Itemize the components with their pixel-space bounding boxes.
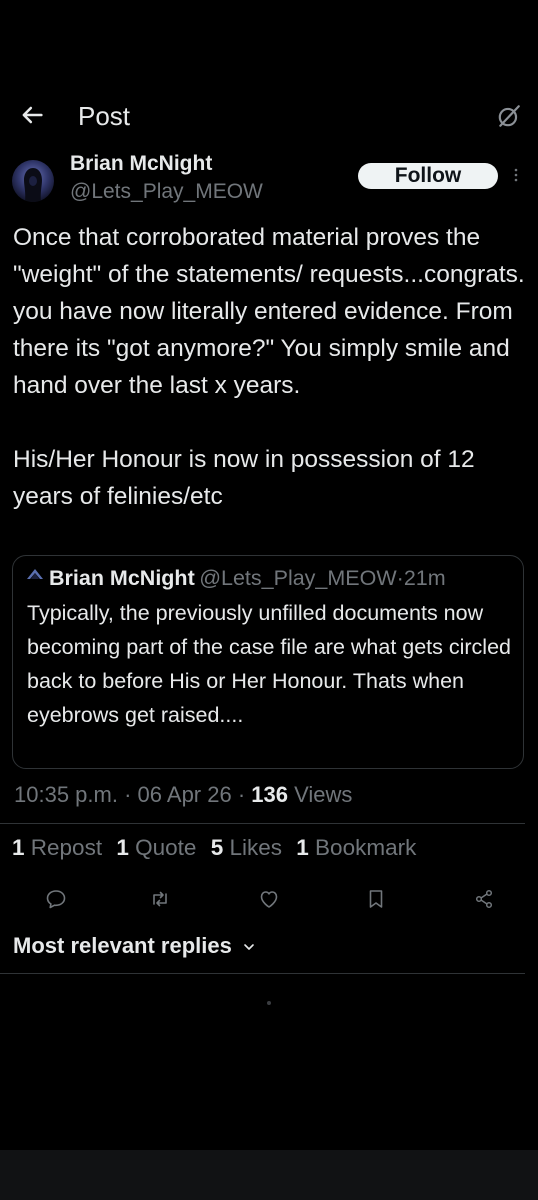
loading-indicator xyxy=(267,1001,271,1005)
bookmark-icon[interactable] xyxy=(364,887,388,911)
separator-dot: · xyxy=(237,782,246,807)
post-author: Brian McNight @Lets_Play_MEOW Follow xyxy=(0,150,538,210)
chevron-down-icon xyxy=(244,944,254,950)
repost-icon[interactable] xyxy=(148,887,172,911)
top-nav-bar: Post xyxy=(0,95,538,140)
page-title: Post xyxy=(78,101,131,131)
hooded-figure-icon xyxy=(24,168,42,202)
post-text: Once that corroborated material proves t… xyxy=(13,224,525,510)
grok-icon[interactable] xyxy=(496,103,522,129)
replies-sort-label: Most relevant replies xyxy=(13,933,232,958)
avatar[interactable] xyxy=(12,160,54,202)
system-navigation-bar xyxy=(0,1150,538,1200)
quoted-post-header: Brian McNight @Lets_Play_MEOW·21m xyxy=(25,566,446,592)
like-icon[interactable] xyxy=(257,887,281,911)
quoted-post[interactable]: Brian McNight @Lets_Play_MEOW·21m Typica… xyxy=(12,555,524,769)
quoted-post-text: Typically, the previously unfilled docum… xyxy=(27,601,512,727)
post-meta: 10:35 p.m. · 06 Apr 26 · 136 Views xyxy=(14,782,352,808)
separator-dot: · xyxy=(124,782,132,807)
more-options-icon[interactable] xyxy=(510,164,522,186)
share-icon[interactable] xyxy=(472,887,496,911)
replies-sort-dropdown[interactable]: Most relevant replies xyxy=(13,933,256,959)
views-count: 136 xyxy=(251,782,289,807)
back-arrow-icon[interactable] xyxy=(18,101,46,129)
author-handle[interactable]: @Lets_Play_MEOW xyxy=(70,180,263,204)
post-actions xyxy=(0,856,538,909)
follow-button[interactable]: Follow xyxy=(358,163,498,189)
post-time: 10:35 p.m. xyxy=(14,782,118,807)
post-date: 06 Apr 26 xyxy=(137,782,232,807)
divider xyxy=(0,823,525,824)
quoted-author-avatar-icon xyxy=(27,569,43,579)
quoted-post-time: 21m xyxy=(403,566,446,590)
quoted-author-name: Brian McNight xyxy=(49,566,195,590)
divider xyxy=(0,973,525,974)
reply-icon[interactable] xyxy=(44,887,68,911)
author-display-name[interactable]: Brian McNight xyxy=(70,152,212,176)
quoted-author-handle: @Lets_Play_MEOW xyxy=(199,566,397,590)
separator-dot: · xyxy=(396,566,404,590)
views-label: Views xyxy=(294,782,353,807)
